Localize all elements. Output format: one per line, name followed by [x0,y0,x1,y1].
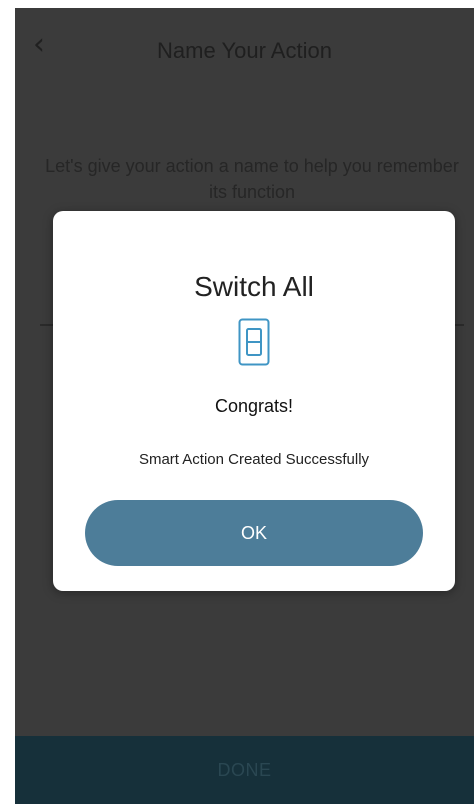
congrats-heading: Congrats! [214,396,294,416]
success-message: Smart Action Created Successfully [138,451,370,468]
intro-text: Let's give your action a name to help yo… [45,156,459,202]
done-button[interactable]: DONE [15,736,474,804]
page-title: Name Your Action [157,38,332,63]
light-switch-icon [238,318,270,366]
done-label: DONE [217,760,272,780]
success-dialog: Switch All Congrats! Smart Action Create… [53,211,455,591]
ok-button[interactable]: OK [85,500,423,566]
dialog-title: Switch All [194,271,314,302]
top-bar: ‹ Name Your Action [15,8,474,88]
app-screen: ‹ Name Your Action Let's give your actio… [15,8,474,804]
